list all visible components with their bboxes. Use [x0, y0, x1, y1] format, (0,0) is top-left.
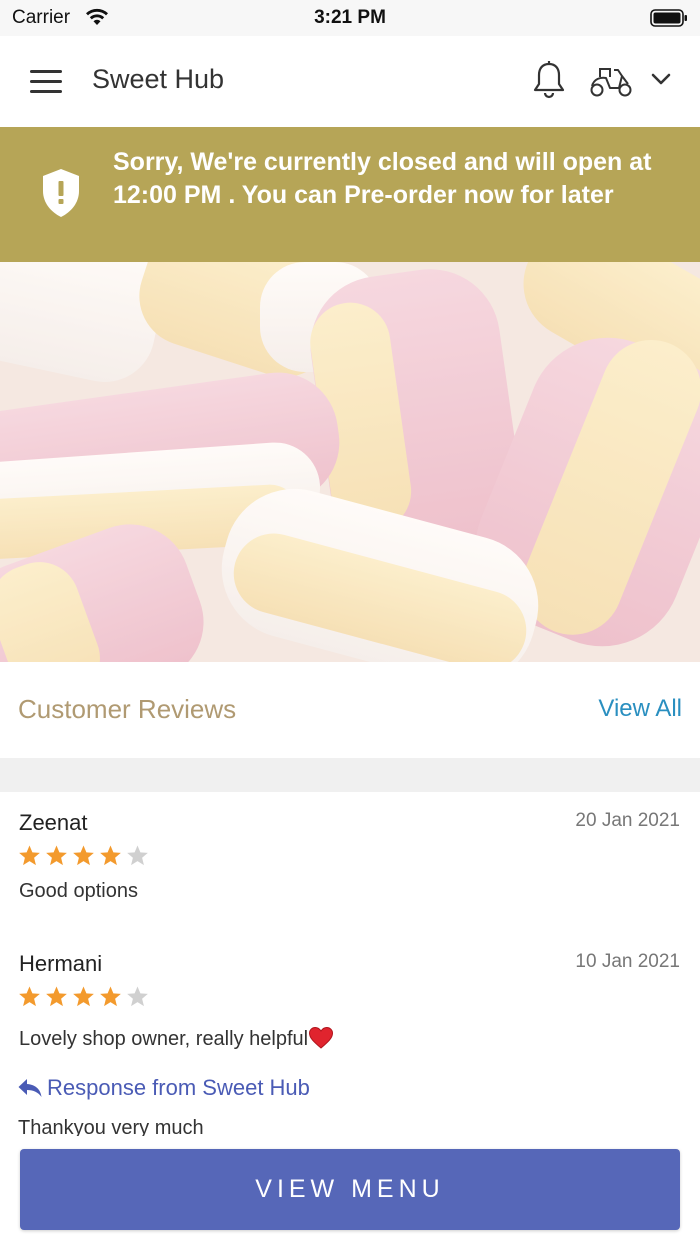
- star-filled-icon: [19, 845, 40, 866]
- star-empty-icon: [127, 845, 148, 866]
- bell-icon[interactable]: [532, 60, 566, 100]
- chevron-down-icon[interactable]: [650, 71, 672, 87]
- review-date: 20 Jan 2021: [575, 810, 680, 831]
- review-text: Good options: [19, 880, 138, 902]
- reviewer-name: Zeenat: [19, 810, 88, 835]
- star-filled-icon: [100, 986, 121, 1007]
- star-filled-icon: [73, 845, 94, 866]
- marshmallow-photo: [0, 262, 700, 662]
- clock-time: 3:21 PM: [314, 7, 386, 28]
- status-bar: Carrier 3:21 PM: [0, 0, 700, 36]
- response-label: Response from Sweet Hub: [47, 1075, 310, 1100]
- response-text: Thankyou very much: [18, 1117, 204, 1136]
- review-date: 10 Jan 2021: [575, 951, 680, 972]
- star-rating: [18, 985, 149, 1009]
- review-list[interactable]: Zeenat 20 Jan 2021 Good options Hermani …: [0, 792, 700, 1136]
- heart-icon: [309, 1026, 334, 1049]
- reviewer-name: Hermani: [19, 951, 103, 976]
- review-item: Zeenat 20 Jan 2021 Good options: [0, 810, 700, 930]
- store-hero-image: [0, 262, 700, 662]
- page-title: Sweet Hub: [92, 64, 225, 94]
- star-filled-icon: [100, 845, 121, 866]
- review-text: Lovely shop owner, really helpful: [19, 1028, 309, 1050]
- review-text-row: Lovely shop owner, really helpful: [19, 1026, 334, 1051]
- section-divider: [0, 758, 700, 792]
- star-rating: [18, 844, 149, 868]
- closed-notice-banner: Sorry, We're currently closed and will o…: [0, 127, 700, 262]
- reviews-section-header: Customer Reviews View All: [0, 662, 700, 758]
- menu-icon[interactable]: [30, 70, 62, 94]
- star-filled-icon: [73, 986, 94, 1007]
- star-filled-icon: [46, 986, 67, 1007]
- app-header: Sweet Hub: [0, 36, 700, 127]
- scooter-icon[interactable]: [588, 64, 634, 98]
- reviews-title: Customer Reviews: [18, 694, 237, 724]
- view-menu-button[interactable]: VIEW MENU: [20, 1149, 680, 1230]
- shield-alert-icon: [43, 169, 79, 217]
- review-item: Hermani 10 Jan 2021 Lovely shop owner, r…: [0, 951, 700, 1136]
- reply-icon: [18, 1079, 42, 1097]
- closed-notice-text: Sorry, We're currently closed and will o…: [113, 148, 652, 209]
- view-all-reviews-link[interactable]: View All: [598, 695, 682, 723]
- star-empty-icon: [127, 986, 148, 1007]
- star-filled-icon: [46, 845, 67, 866]
- battery-icon: [650, 9, 687, 27]
- response-link[interactable]: Response from Sweet Hub: [17, 1075, 310, 1101]
- star-filled-icon: [19, 986, 40, 1007]
